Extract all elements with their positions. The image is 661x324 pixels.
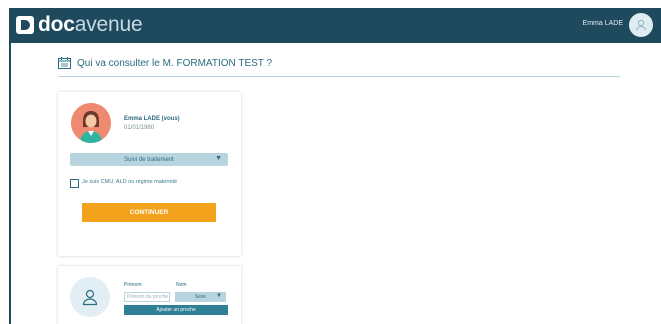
cmu-ald-checkbox[interactable] bbox=[70, 179, 79, 188]
patient-name: Emma LADE (vous) bbox=[124, 116, 180, 122]
sexe-select[interactable]: Sexe ▼ bbox=[175, 292, 226, 302]
user-avatar[interactable] bbox=[629, 13, 653, 37]
reason-select[interactable]: Suivi de traitement ▼ bbox=[70, 153, 228, 166]
brand-name: docavenue bbox=[38, 13, 143, 36]
add-relative-button[interactable]: Ajouter un proche bbox=[124, 305, 228, 315]
brand-strong: doc bbox=[38, 13, 75, 36]
relative-avatar bbox=[70, 277, 110, 317]
woman-avatar-icon bbox=[71, 103, 111, 143]
left-border bbox=[9, 8, 11, 324]
add-relative-card: Prénom Nom Prénom du proche Sexe ▼ Ajout… bbox=[58, 266, 241, 324]
user-icon bbox=[636, 19, 646, 31]
page-title-row: Qui va consulter le M. FORMATION TEST ? bbox=[58, 57, 272, 69]
cmu-ald-checkbox-label[interactable]: Je suis CMU, ALD ou régime maternité bbox=[82, 179, 177, 185]
calendar-icon bbox=[58, 57, 71, 69]
caret-down-icon: ▼ bbox=[215, 155, 222, 162]
user-name[interactable]: Emma LADE bbox=[583, 20, 623, 27]
page-title: Qui va consulter le M. FORMATION TEST ? bbox=[77, 57, 273, 69]
app-frame: docavenue Emma LADE Qui va consulter le … bbox=[0, 0, 661, 324]
top-header: docavenue Emma LADE bbox=[9, 8, 661, 43]
logo-mark-icon bbox=[16, 16, 34, 34]
caret-down-icon: ▼ bbox=[216, 293, 222, 299]
patient-avatar bbox=[71, 103, 111, 143]
nom-label: Nom bbox=[176, 282, 187, 288]
prenom-input[interactable]: Prénom du proche bbox=[124, 292, 170, 302]
reason-select-value: Suivi de traitement bbox=[124, 156, 174, 163]
person-icon bbox=[82, 289, 98, 306]
brand-light: avenue bbox=[74, 13, 143, 36]
sexe-select-value: Sexe bbox=[194, 294, 207, 300]
patient-dob: 01/01/1980 bbox=[124, 125, 155, 131]
prenom-label: Prénom bbox=[124, 282, 142, 288]
continue-button[interactable]: CONTINUER bbox=[82, 203, 216, 222]
patient-card: Emma LADE (vous) 01/01/1980 Suivi de tra… bbox=[58, 92, 241, 256]
title-divider bbox=[58, 76, 620, 77]
docavenue-logo[interactable]: docavenue bbox=[15, 13, 143, 36]
